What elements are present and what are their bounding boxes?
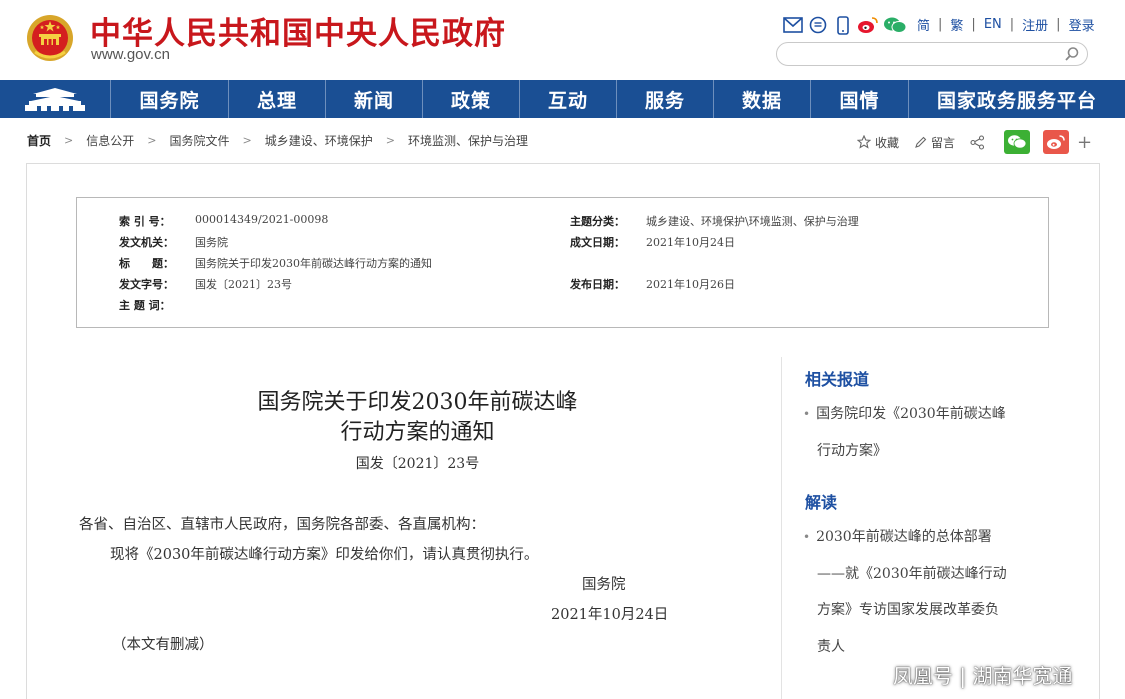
chevron-right-icon: >	[64, 134, 74, 147]
meta-written-date: 成文日期： 2021年10月24日	[570, 236, 735, 249]
article-salutation: 各省、自治区、直辖市人民政府，国务院各部委、各直属机构：	[79, 517, 485, 533]
simplified-link[interactable]: 简	[917, 15, 930, 34]
search-box	[776, 42, 1088, 66]
nav-premier[interactable]: 总理	[229, 80, 326, 118]
site-header: 中华人民共和国中央人民政府 www.gov.cn 简 | 繁 | EN | 注册 | 登…	[0, 0, 1125, 80]
chevron-right-icon: >	[385, 134, 395, 147]
interpretation-link-cont-3[interactable]: 责人	[817, 636, 845, 656]
nav-gov-service-platform[interactable]: 国家政务服务平台	[909, 80, 1125, 118]
breadcrumb: 首页 > 信息公开 > 国务院文件 > 城乡建设、环境保护 > 环境监测、保护与…	[27, 132, 528, 149]
article-signature: 国务院	[582, 577, 626, 593]
breadcrumb-monitoring[interactable]: 环境监测、保护与治理	[408, 132, 528, 149]
source-watermark: 凤凰号 | 湖南华宽通	[893, 664, 1073, 688]
comment-button[interactable]: 留言	[914, 134, 955, 151]
search-icon[interactable]	[1063, 45, 1081, 63]
breadcrumb-council-documents[interactable]: 国务院文件	[169, 132, 229, 149]
article-title: 国务院关于印发2030年前碳达峰 行动方案的通知	[200, 388, 635, 448]
related-report-link[interactable]: • 国务院印发《2030年前碳达峰	[803, 403, 1006, 423]
share-button[interactable]	[970, 134, 989, 150]
english-link[interactable]: EN	[984, 17, 1002, 32]
interpretation-link-cont-2[interactable]: 方案》专访国家发展改革委负	[817, 599, 999, 619]
related-report-link-cont[interactable]: 行动方案》	[817, 440, 887, 460]
share-toolbar: 收藏 留言 +	[857, 127, 1092, 157]
article-doc-number: 国发〔2021〕23号	[355, 456, 480, 472]
nav-interaction[interactable]: 互动	[520, 80, 617, 118]
chevron-right-icon: >	[147, 134, 157, 147]
login-link[interactable]: 登录	[1069, 15, 1095, 34]
nav-data[interactable]: 数据	[714, 80, 811, 118]
mail-icon[interactable]	[782, 14, 804, 36]
national-emblem-icon	[27, 15, 73, 61]
article-note: （本文有删减）	[112, 637, 214, 653]
comment-label: 留言	[931, 135, 956, 150]
register-link[interactable]: 注册	[1022, 15, 1048, 34]
meta-published-date: 发布日期： 2021年10月26日	[570, 278, 735, 291]
mobile-icon[interactable]	[832, 14, 854, 36]
meta-doc-number: 发文字号： 国发〔2021〕23号	[119, 278, 292, 291]
share-icon	[970, 134, 985, 150]
interpretation-link[interactable]: • 2030年前碳达峰的总体部署	[803, 526, 992, 546]
article-date: 2021年10月24日	[551, 607, 669, 623]
weibo-icon[interactable]	[857, 14, 879, 36]
site-url[interactable]: www.gov.cn	[91, 46, 170, 63]
breadcrumb-home[interactable]: 首页	[27, 132, 51, 149]
related-reports-heading: 相关报道	[805, 370, 870, 389]
chevron-right-icon: >	[242, 134, 252, 147]
meta-keywords: 主 题 词：	[119, 299, 171, 312]
breadcrumb-urban-environment[interactable]: 城乡建设、环境保护	[265, 132, 373, 149]
traditional-link[interactable]: 繁	[950, 15, 963, 34]
meta-category: 主题分类： 城乡建设、环境保护\环境监测、保护与治理	[570, 215, 859, 228]
sidebar-divider	[781, 357, 782, 699]
document-metadata: 索 引 号： 000014349/2021-00098 主题分类： 城乡建设、环…	[76, 197, 1049, 328]
top-links: 简 | 繁 | EN | 注册 | 登录	[917, 15, 1095, 34]
interpretation-link-cont-1[interactable]: ——就《2030年前碳达峰行动	[817, 563, 1007, 583]
star-icon	[857, 135, 871, 149]
article-body: 现将《2030年前碳达峰行动方案》印发给你们，请认真贯彻执行。	[110, 547, 539, 563]
article-title-line2: 行动方案的通知	[340, 420, 495, 445]
wechat-icon[interactable]	[882, 14, 908, 36]
interpretation-heading: 解读	[805, 493, 838, 512]
nav-policy[interactable]: 政策	[423, 80, 520, 118]
nav-news[interactable]: 新闻	[326, 80, 423, 118]
app-icon[interactable]	[807, 14, 829, 36]
top-icon-bar	[782, 13, 911, 37]
meta-title: 标 题： 国务院关于印发2030年前碳达峰行动方案的通知	[119, 257, 432, 270]
pen-icon	[915, 136, 927, 148]
article-title-line1: 国务院关于印发2030年前碳达峰	[257, 390, 578, 415]
nav-national-info[interactable]: 国情	[811, 80, 909, 118]
nav-home-tiananmen-icon[interactable]	[0, 80, 111, 118]
meta-index: 索 引 号： 000014349/2021-00098	[119, 213, 329, 228]
main-nav: 国务院 总理 新闻 政策 互动 服务 数据 国情 国家政务服务平台	[0, 80, 1125, 118]
nav-state-council[interactable]: 国务院	[111, 80, 229, 118]
breadcrumb-info-disclosure[interactable]: 信息公开	[86, 132, 134, 149]
wechat-share-icon[interactable]	[1004, 130, 1031, 154]
favorite-label: 收藏	[875, 135, 900, 150]
meta-issuer: 发文机关： 国务院	[119, 236, 228, 249]
favorite-button[interactable]: 收藏	[857, 134, 899, 151]
nav-services[interactable]: 服务	[617, 80, 714, 118]
search-input[interactable]	[787, 46, 1049, 62]
more-share-button[interactable]: +	[1077, 132, 1092, 153]
weibo-share-icon[interactable]	[1043, 130, 1070, 154]
